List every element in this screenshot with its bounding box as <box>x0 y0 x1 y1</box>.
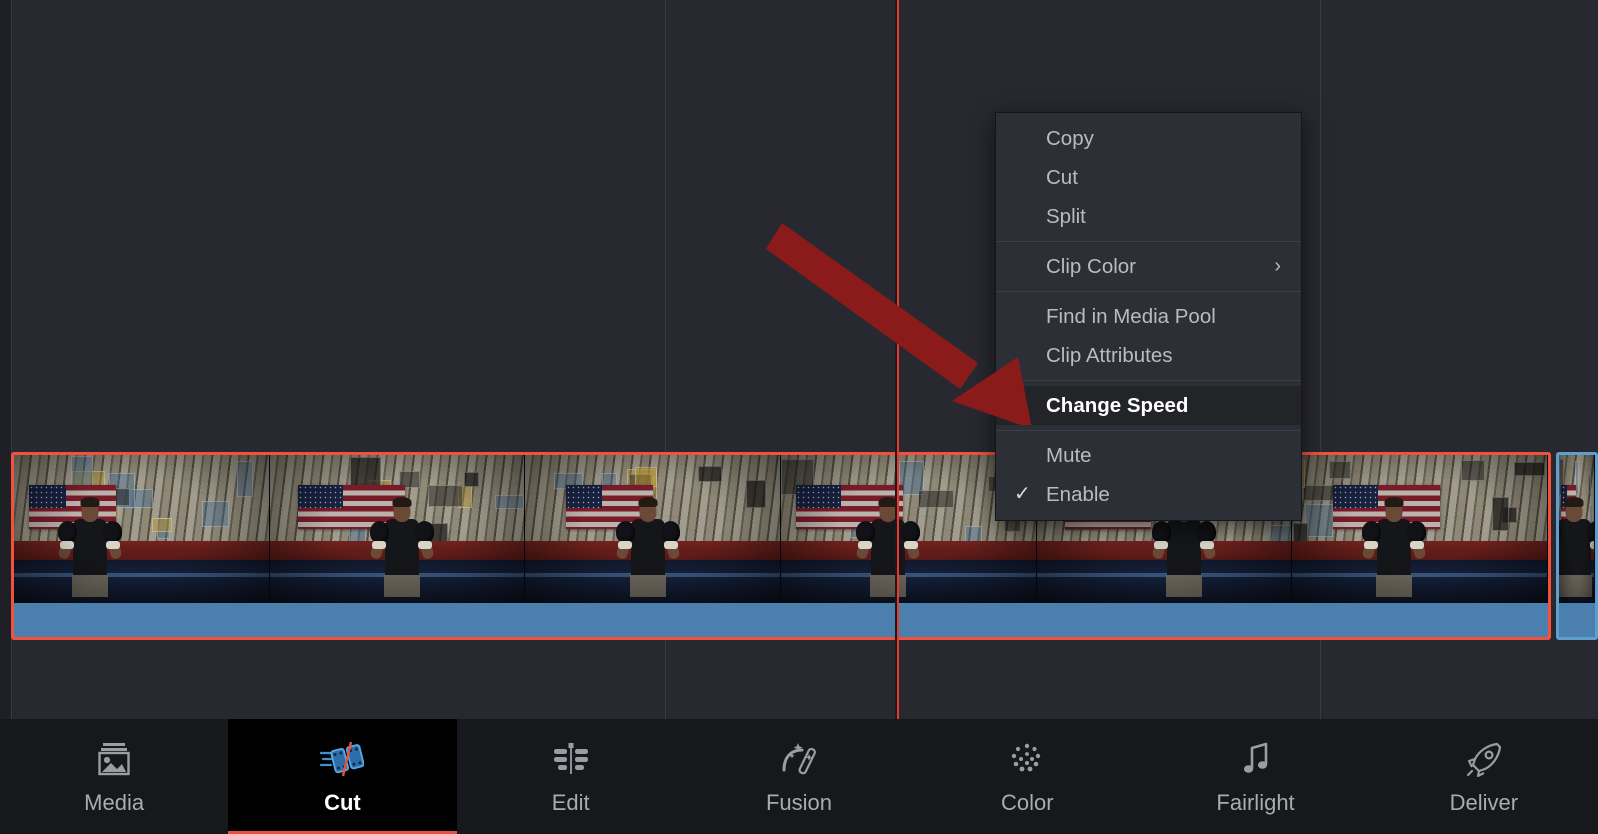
chevron-right-icon: › <box>1274 255 1281 277</box>
nav-item-label: Cut <box>324 789 361 815</box>
menu-item-copy[interactable]: Copy <box>996 119 1301 158</box>
menu-item-label: Enable <box>1046 483 1110 506</box>
menu-item-mute[interactable]: Mute <box>996 436 1301 475</box>
frame-vignette <box>1292 455 1547 603</box>
playhead[interactable] <box>895 0 900 719</box>
clip-context-menu[interactable]: Copy Cut Split Clip Color › Find in Media Poo… <box>995 112 1302 521</box>
menu-item-label: Mute <box>1046 444 1092 467</box>
timeline-canvas[interactable] <box>0 0 1598 719</box>
color-wheel-icon <box>1005 738 1049 780</box>
nav-item-fairlight[interactable]: Fairlight <box>1141 719 1369 834</box>
menu-separator <box>996 380 1301 381</box>
frame-vignette <box>14 455 269 603</box>
page-navigation-bar[interactable]: Media Cut Edit Fusion Color Fairlight Deliver <box>0 719 1598 834</box>
davinci-resolve-cut-page: Copy Cut Split Clip Color › Find in Media Poo… <box>0 0 1598 834</box>
nav-item-deliver[interactable]: Deliver <box>1370 719 1598 834</box>
menu-item-label: Copy <box>1046 127 1094 150</box>
frame-vignette <box>1559 455 1594 603</box>
nav-item-edit[interactable]: Edit <box>457 719 685 834</box>
playhead-line <box>897 0 899 719</box>
nav-item-label: Color <box>1000 789 1054 815</box>
nav-item-color[interactable]: Color <box>913 719 1141 834</box>
menu-separator <box>996 430 1301 431</box>
menu-item-cut[interactable]: Cut <box>996 158 1301 197</box>
nav-item-label: Fusion <box>765 789 832 815</box>
nav-item-label: Deliver <box>1449 789 1519 815</box>
menu-item-label: Find in Media Pool <box>1046 305 1216 328</box>
filmstrip-frame <box>1292 455 1548 603</box>
nav-item-cut[interactable]: Cut <box>228 719 457 834</box>
menu-item-enable[interactable]: ✓ Enable <box>996 475 1301 514</box>
music-note-icon <box>1234 738 1278 780</box>
media-stack-icon <box>92 738 136 780</box>
menu-item-change-speed[interactable]: Change Speed <box>996 386 1301 425</box>
filmstrip-frame <box>14 455 270 603</box>
menu-item-clip-color[interactable]: Clip Color › <box>996 247 1301 286</box>
menu-item-find-in-media-pool[interactable]: Find in Media Pool <box>996 297 1301 336</box>
menu-item-label: Cut <box>1046 166 1078 189</box>
menu-item-clip-attributes[interactable]: Clip Attributes <box>996 336 1301 375</box>
boxing-clip-selected[interactable] <box>11 452 1551 640</box>
clip-audio-track[interactable] <box>1559 603 1595 637</box>
clip-filmstrip <box>1559 455 1595 603</box>
rocket-icon <box>1462 738 1506 780</box>
boxing-clip-next[interactable] <box>1556 452 1598 640</box>
menu-item-label: Clip Color <box>1046 255 1136 278</box>
nav-item-label: Edit <box>551 789 590 815</box>
menu-item-label: Clip Attributes <box>1046 344 1173 367</box>
clip-audio-track[interactable] <box>14 603 1548 637</box>
menu-item-label: Change Speed <box>1046 394 1189 417</box>
frame-vignette <box>269 455 525 603</box>
filmstrip-frame <box>525 455 781 603</box>
nav-item-label: Media <box>84 789 145 815</box>
filmstrip-frame <box>269 455 526 603</box>
check-icon: ✓ <box>1014 483 1031 505</box>
clip-filmstrip <box>14 455 1548 603</box>
menu-separator <box>996 241 1301 242</box>
cut-filmstrip-icon <box>320 738 365 780</box>
menu-item-label: Split <box>1046 205 1086 228</box>
frame-vignette <box>525 455 780 603</box>
nav-item-media[interactable]: Media <box>0 719 228 834</box>
menu-item-split[interactable]: Split <box>996 197 1301 236</box>
fusion-wand-icon <box>777 738 821 780</box>
edit-timeline-icon <box>549 738 593 780</box>
nav-item-label: Fairlight <box>1216 789 1295 815</box>
nav-item-fusion[interactable]: Fusion <box>685 719 913 834</box>
timeline-left-gutter <box>0 0 11 719</box>
menu-separator <box>996 291 1301 292</box>
filmstrip-frame <box>1559 455 1595 603</box>
